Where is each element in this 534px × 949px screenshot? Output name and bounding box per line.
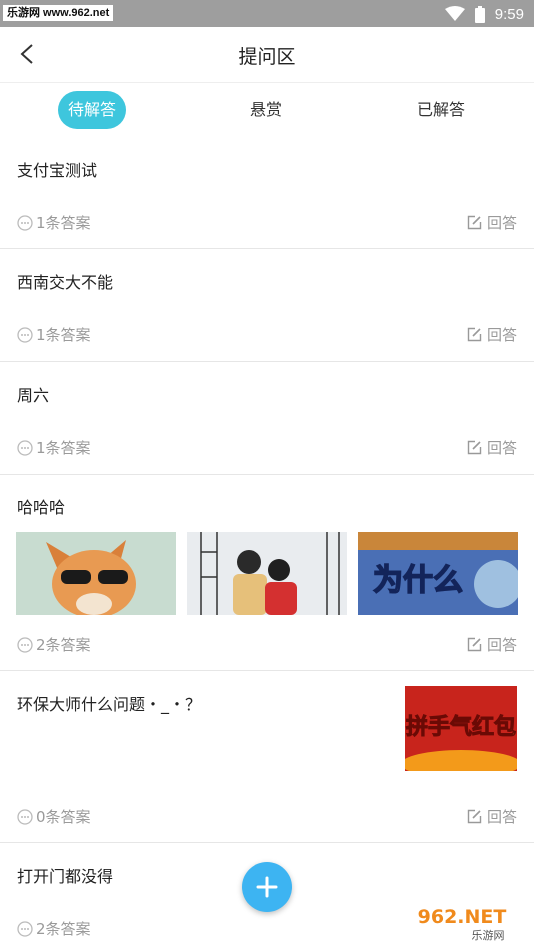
answer-button-label: 回答	[486, 439, 517, 457]
question-item[interactable]: 支付宝测试 1条答案 回答	[0, 138, 534, 249]
question-image[interactable]	[16, 532, 176, 615]
watermark: 乐游网 www.962.net	[3, 5, 114, 21]
answer-button-label: 回答	[486, 326, 517, 344]
answer-count-label: 2条答案	[36, 636, 91, 654]
wifi-icon	[444, 6, 465, 21]
tab-pending[interactable]: 待解答	[58, 91, 126, 129]
answer-button[interactable]: 回答	[467, 324, 517, 345]
answer-count: 2条答案	[17, 634, 91, 655]
status-time: 9:59	[494, 5, 524, 23]
question-item[interactable]: 哈哈哈 为什么 2条答案 回答	[0, 475, 534, 671]
question-item[interactable]: 环保大师什么问题・_・？ 拼手气红包 0条答案 回答	[0, 671, 534, 843]
answer-count: 2条答案	[17, 918, 91, 939]
question-title: 西南交大不能	[17, 273, 114, 292]
edit-icon	[467, 327, 482, 342]
image-caption: 为什么	[373, 563, 463, 598]
comment-icon	[17, 439, 33, 456]
answer-button[interactable]: 回答	[467, 806, 517, 827]
answer-button-label: 回答	[486, 214, 517, 232]
answer-count: 0条答案	[17, 806, 91, 827]
comment-icon	[17, 636, 33, 653]
page-title: 提问区	[238, 46, 296, 68]
question-title: 环保大师什么问题・_・？	[17, 695, 202, 714]
answer-count: 1条答案	[17, 324, 91, 345]
question-title: 哈哈哈	[17, 498, 66, 517]
question-title: 支付宝测试	[17, 161, 98, 180]
plus-icon	[256, 876, 278, 898]
question-image[interactable]: 拼手气红包	[405, 686, 517, 771]
site-logo: 962.NET 乐游网	[396, 899, 530, 943]
answer-count-label: 1条答案	[36, 439, 91, 457]
battery-icon	[474, 5, 485, 23]
status-bar: 乐游网 www.962.net 9:59	[0, 0, 534, 27]
question-item[interactable]: 周六 1条答案 回答	[0, 362, 534, 475]
tab-bar: 待解答 悬赏 已解答	[0, 82, 534, 138]
comment-icon	[17, 808, 33, 825]
comment-icon	[17, 326, 33, 343]
add-question-button[interactable]	[242, 862, 292, 912]
logo-subtext: 乐游网	[472, 929, 505, 942]
comment-icon	[17, 214, 33, 231]
answer-button[interactable]: 回答	[467, 634, 517, 655]
answer-button[interactable]: 回答	[467, 437, 517, 458]
answer-count-label: 2条答案	[36, 920, 91, 938]
question-item[interactable]: 西南交大不能 1条答案 回答	[0, 249, 534, 362]
answer-count-label: 1条答案	[36, 326, 91, 344]
tab-bounty[interactable]: 悬赏	[231, 91, 301, 129]
logo-text: 962.NET	[418, 906, 507, 928]
tab-answered[interactable]: 已解答	[405, 91, 477, 129]
answer-button-label: 回答	[486, 808, 517, 826]
answer-button[interactable]: 回答	[467, 212, 517, 233]
image-row: 为什么	[16, 532, 518, 615]
answer-count: 1条答案	[17, 437, 91, 458]
edit-icon	[467, 440, 482, 455]
question-title: 周六	[17, 386, 50, 405]
edit-icon	[467, 637, 482, 652]
header: 提问区	[0, 27, 534, 83]
question-title: 打开门都没得	[17, 867, 114, 886]
answer-count-label: 0条答案	[36, 808, 91, 826]
comment-icon	[17, 920, 33, 937]
answer-count: 1条答案	[17, 212, 91, 233]
question-image[interactable]	[187, 532, 347, 615]
edit-icon	[467, 809, 482, 824]
question-image[interactable]: 为什么	[358, 532, 518, 615]
answer-count-label: 1条答案	[36, 214, 91, 232]
image-caption: 拼手气红包	[406, 714, 516, 740]
answer-button-label: 回答	[486, 636, 517, 654]
edit-icon	[467, 215, 482, 230]
